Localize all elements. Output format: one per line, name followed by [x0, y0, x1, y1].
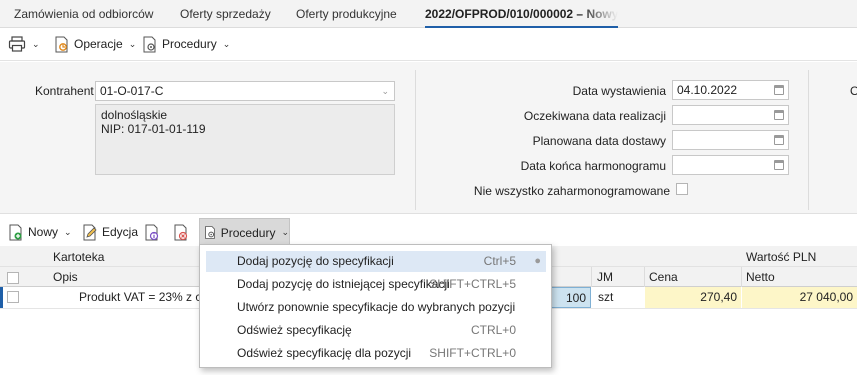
- data-konca-field[interactable]: [672, 155, 789, 175]
- items-toolbar: Nowy ⌄ Edycja Procedury ⌄: [0, 216, 857, 246]
- tab-current-document[interactable]: 2022/OFPROD/010/000002 – Nowy - ...: [425, 0, 618, 28]
- planowana-label: Planowana data dostawy: [532, 134, 666, 148]
- address-line-2: NIP: 017-01-01-119: [101, 122, 206, 136]
- procedury-items-label: Procedury: [220, 225, 276, 240]
- procedures-icon: [143, 36, 156, 52]
- menu-item-utworz-ponownie[interactable]: Utwórz ponownie specyfikacje do wybranyc…: [206, 297, 546, 318]
- edycja-button[interactable]: Edycja: [82, 219, 138, 245]
- kontrahent-value: 01-O-017-C: [100, 84, 164, 98]
- chevron-down-icon[interactable]: ⌄: [381, 82, 389, 100]
- tab-zamowienia[interactable]: Zamówienia od odbiorców: [14, 0, 153, 28]
- operacje-button[interactable]: Operacje ⌄: [54, 31, 136, 57]
- procedury-items-button[interactable]: Procedury ⌄: [199, 218, 290, 246]
- calendar-icon[interactable]: [774, 135, 784, 145]
- cell-jm[interactable]: szt: [598, 287, 644, 308]
- address-box: dolnośląskie NIP: 017-01-01-119: [95, 104, 395, 175]
- cell-ilosc[interactable]: 100: [548, 287, 591, 308]
- divider: [591, 267, 592, 287]
- pin-icon[interactable]: ●: [534, 251, 541, 272]
- data-wystawienia-value: 04.10.2022: [677, 83, 738, 97]
- nowy-label: Nowy: [28, 225, 59, 239]
- tab-bar: Zamówienia od odbiorców Oferty sprzedaży…: [0, 0, 857, 28]
- procedures-icon: [205, 226, 215, 239]
- menu-item-shortcut: SHIFT+CTRL+5: [429, 277, 516, 291]
- nie-wszystko-label: Nie wszystko zaharmonogramowane: [473, 184, 670, 198]
- column-netto[interactable]: Netto: [746, 270, 775, 284]
- printer-icon: [8, 36, 26, 52]
- column-cena[interactable]: Cena: [649, 270, 678, 284]
- procedury-label: Procedury: [162, 37, 217, 51]
- menu-item-shortcut: SHIFT+CTRL+0: [429, 346, 516, 360]
- data-wystawienia-label: Data wystawienia: [572, 84, 666, 98]
- edycja-label: Edycja: [102, 225, 139, 239]
- menu-item-odswiez-dla-pozycji[interactable]: Odśwież specyfikację dla pozycji SHIFT+C…: [206, 343, 546, 364]
- group-kartoteka: Kartoteka: [53, 250, 105, 264]
- menu-item-odswiez-specyfikacje[interactable]: Odśwież specyfikację CTRL+0: [206, 320, 546, 341]
- divider: [741, 267, 742, 287]
- document-header-form: Kontrahent 01-O-017-C ⌄ dolnośląskie NIP…: [0, 62, 857, 214]
- nie-wszystko-checkbox[interactable]: [676, 183, 688, 195]
- main-toolbar: ⌄ Operacje ⌄ Procedury ⌄: [0, 28, 857, 61]
- divider: [808, 70, 809, 210]
- kontrahent-field[interactable]: 01-O-017-C ⌄: [95, 81, 395, 101]
- menu-item-dodaj-pozycje[interactable]: Dodaj pozycję do specyfikacji Ctrl+5 ●: [206, 251, 546, 272]
- menu-item-shortcut: Ctrl+5: [483, 254, 516, 268]
- chevron-down-icon: ⌄: [222, 38, 231, 49]
- info-document-icon: [145, 224, 159, 240]
- column-opis[interactable]: Opis: [53, 270, 78, 284]
- planowana-data-field[interactable]: [672, 130, 789, 150]
- tab-oferty-produkcyjne[interactable]: Oferty produkcyjne: [296, 0, 397, 28]
- print-button[interactable]: ⌄: [8, 31, 40, 57]
- cell-cena[interactable]: 270,40: [645, 287, 741, 308]
- divider: [644, 267, 645, 287]
- chevron-down-icon: ⌄: [32, 38, 40, 49]
- menu-item-dodaj-do-istniejacej[interactable]: Dodaj pozycję do istniejącej specyfikacj…: [206, 274, 546, 295]
- chevron-down-icon: ⌄: [64, 226, 72, 237]
- data-konca-label: Data końca harmonogramu: [520, 159, 666, 173]
- menu-item-label: Dodaj pozycję do istniejącej specyfikacj…: [237, 277, 450, 291]
- new-document-icon: [9, 224, 22, 240]
- tab-fade: [580, 0, 618, 26]
- oczekiwana-data-field[interactable]: [672, 105, 789, 125]
- kontrahent-label: Kontrahent: [35, 84, 94, 98]
- operations-icon: [55, 36, 68, 52]
- group-wartosc-pln: Wartość PLN: [746, 250, 817, 264]
- cell-netto[interactable]: 27 040,00: [742, 287, 857, 308]
- menu-item-shortcut: CTRL+0: [470, 323, 516, 337]
- edit-icon: [83, 224, 97, 240]
- calendar-icon[interactable]: [774, 160, 784, 170]
- calendar-icon[interactable]: [774, 85, 784, 95]
- right-edge-label: O: [850, 84, 857, 98]
- delete-button[interactable]: [173, 219, 189, 245]
- info-button[interactable]: [144, 219, 160, 245]
- chevron-down-icon: ⌄: [128, 38, 137, 49]
- calendar-icon[interactable]: [774, 110, 784, 120]
- oczekiwana-label: Oczekiwana data realizacji: [523, 109, 666, 123]
- row-selection-marker: [0, 287, 3, 308]
- cell-opis[interactable]: Produkt VAT = 23% z cec: [79, 287, 214, 308]
- chevron-down-icon: ⌄: [281, 227, 289, 237]
- procedury-button[interactable]: Procedury ⌄: [142, 31, 230, 57]
- row-checkbox[interactable]: [7, 291, 19, 303]
- divider: [415, 70, 416, 210]
- menu-item-label: Odśwież specyfikację: [237, 323, 352, 337]
- menu-item-label: Dodaj pozycję do specyfikacji: [237, 254, 394, 268]
- procedury-dropdown-menu: Dodaj pozycję do specyfikacji Ctrl+5 ● D…: [199, 244, 552, 368]
- data-wystawienia-field[interactable]: 04.10.2022: [672, 80, 789, 100]
- select-all-checkbox[interactable]: [7, 272, 19, 284]
- nowy-button[interactable]: Nowy ⌄: [8, 219, 72, 245]
- column-jm[interactable]: JM: [597, 270, 613, 284]
- menu-item-label: Odśwież specyfikację dla pozycji: [237, 346, 412, 360]
- delete-document-icon: [174, 224, 188, 240]
- address-line-1: dolnośląskie: [101, 108, 168, 122]
- menu-item-label: Utwórz ponownie specyfikacje do wybranyc…: [237, 300, 516, 314]
- tab-oferty-sprzedazy[interactable]: Oferty sprzedaży: [180, 0, 271, 28]
- operacje-label: Operacje: [74, 37, 123, 51]
